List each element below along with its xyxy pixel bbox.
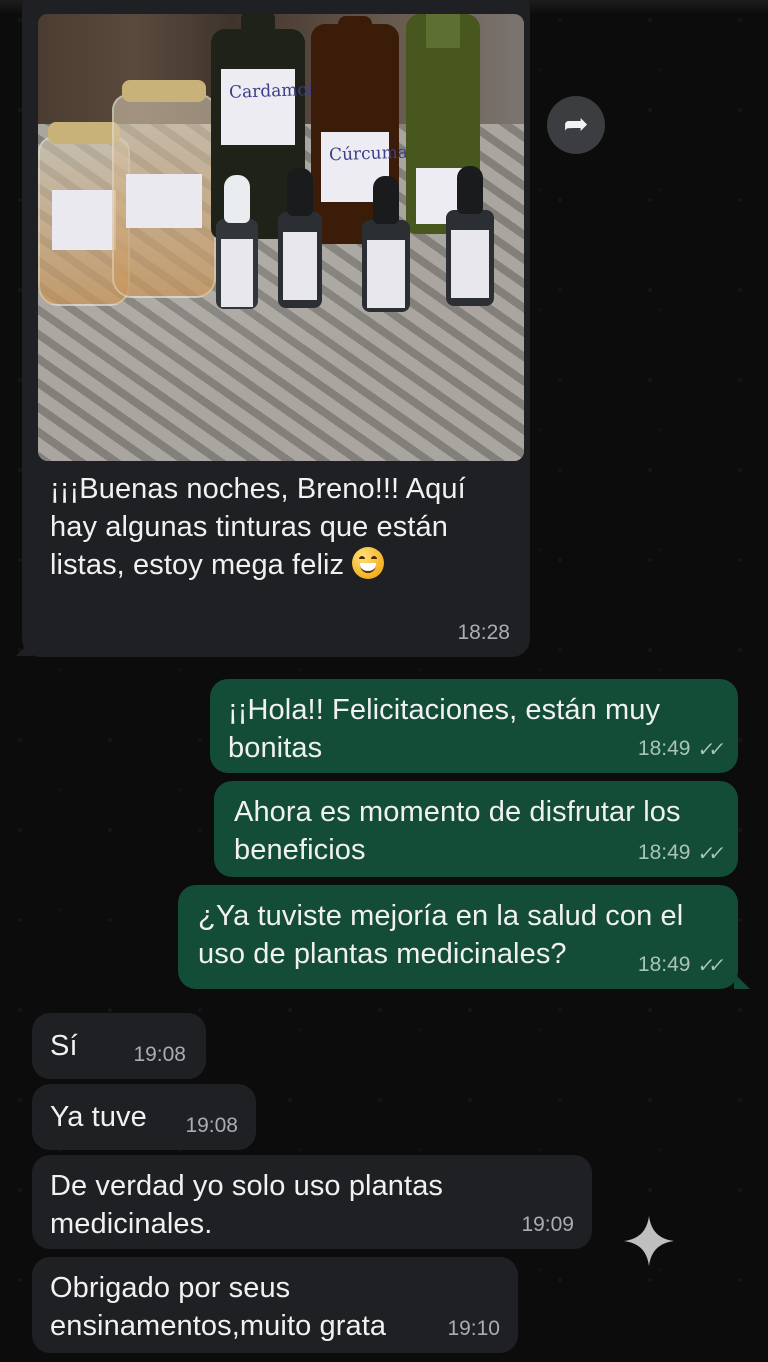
bubble-tail [734,973,750,989]
forward-icon: ➦ [563,108,589,141]
message-text: Obrigado por seus ensinamentos,muito gra… [50,1272,387,1342]
photo-caption-text: ¡¡¡Buenas noches, Breno!!! Aquí hay algu… [50,473,474,581]
double-check-icon: ✓✓ [696,739,722,761]
message-text: ¡¡Hola!! Felicitaciones, están muy bonit… [228,694,669,764]
jar-lid [48,122,120,144]
incoming-message[interactable]: Ya tuve 19:08 [32,1084,256,1150]
bottle-neck [426,14,460,48]
message-time: 19:09 [521,1213,574,1236]
dropper-cap [373,176,399,224]
jar-label [52,190,116,250]
double-check-icon: ✓✓ [696,843,722,865]
chat-background: Cardamomo Cúrcuma ¡¡¡Buenas noches, Bren… [0,0,768,1362]
dropper-cap [287,168,313,216]
grinning-face-icon [352,547,385,579]
message-text: Sí [50,1030,78,1062]
jar-label [126,174,202,228]
dropper-label [221,239,253,307]
bottle-neck [338,16,372,58]
outgoing-message[interactable]: ¡¡Hola!! Felicitaciones, están muy bonit… [210,679,738,773]
incoming-message[interactable]: Obrigado por seus ensinamentos,muito gra… [32,1257,518,1353]
message-text: Ya tuve [50,1101,147,1133]
dropper-bottle [278,168,322,308]
incoming-message[interactable]: De verdad yo solo uso plantas medicinale… [32,1155,592,1249]
dropper-label [283,232,317,300]
message-time: 18:49 [637,737,691,760]
sparkle-icon[interactable] [622,1214,676,1268]
jar-center [112,80,216,298]
outgoing-message[interactable]: ¿Ya tuviste mejoría en la salud con el u… [178,885,738,989]
dropper-cap [457,166,483,214]
dropper-bottle [446,166,494,306]
dropper-bottle [362,176,410,312]
dropper-bottle [216,175,258,309]
message-text: De verdad yo solo uso plantas medicinale… [50,1170,452,1240]
dropper-label [367,240,405,308]
bottle-label: Cardamomo [221,69,334,145]
bottle-label-text: Cúrcuma [328,142,409,166]
double-check-icon: ✓✓ [696,955,722,977]
message-time: 19:10 [447,1317,500,1340]
photo-message-bubble[interactable]: Cardamomo Cúrcuma ¡¡¡Buenas noches, Bren… [22,0,530,657]
message-time: 19:08 [185,1114,238,1137]
outgoing-message[interactable]: Ahora es momento de disfrutar los benefi… [214,781,738,877]
forward-button[interactable]: ➦ [547,96,605,154]
emoji-mouth [360,563,377,573]
message-time: 18:49 [637,841,691,864]
message-time: 18:49 [637,953,691,976]
bottle-neck [241,14,275,53]
incoming-message[interactable]: Sí 19:08 [32,1013,206,1079]
message-time: 19:08 [133,1043,186,1066]
dropper-cap [224,175,250,223]
bubble-tail [16,640,32,656]
jar-lid [122,80,206,102]
photo-caption: ¡¡¡Buenas noches, Breno!!! Aquí hay algu… [50,470,510,584]
tincture-photo[interactable]: Cardamomo Cúrcuma [38,14,524,461]
message-meta: 18:49 ✓✓ [637,952,722,977]
dropper-label [451,230,489,298]
message-meta: 18:49 ✓✓ [637,840,722,865]
message-time: 18:28 [457,621,510,644]
message-meta: 18:49 ✓✓ [637,736,722,761]
